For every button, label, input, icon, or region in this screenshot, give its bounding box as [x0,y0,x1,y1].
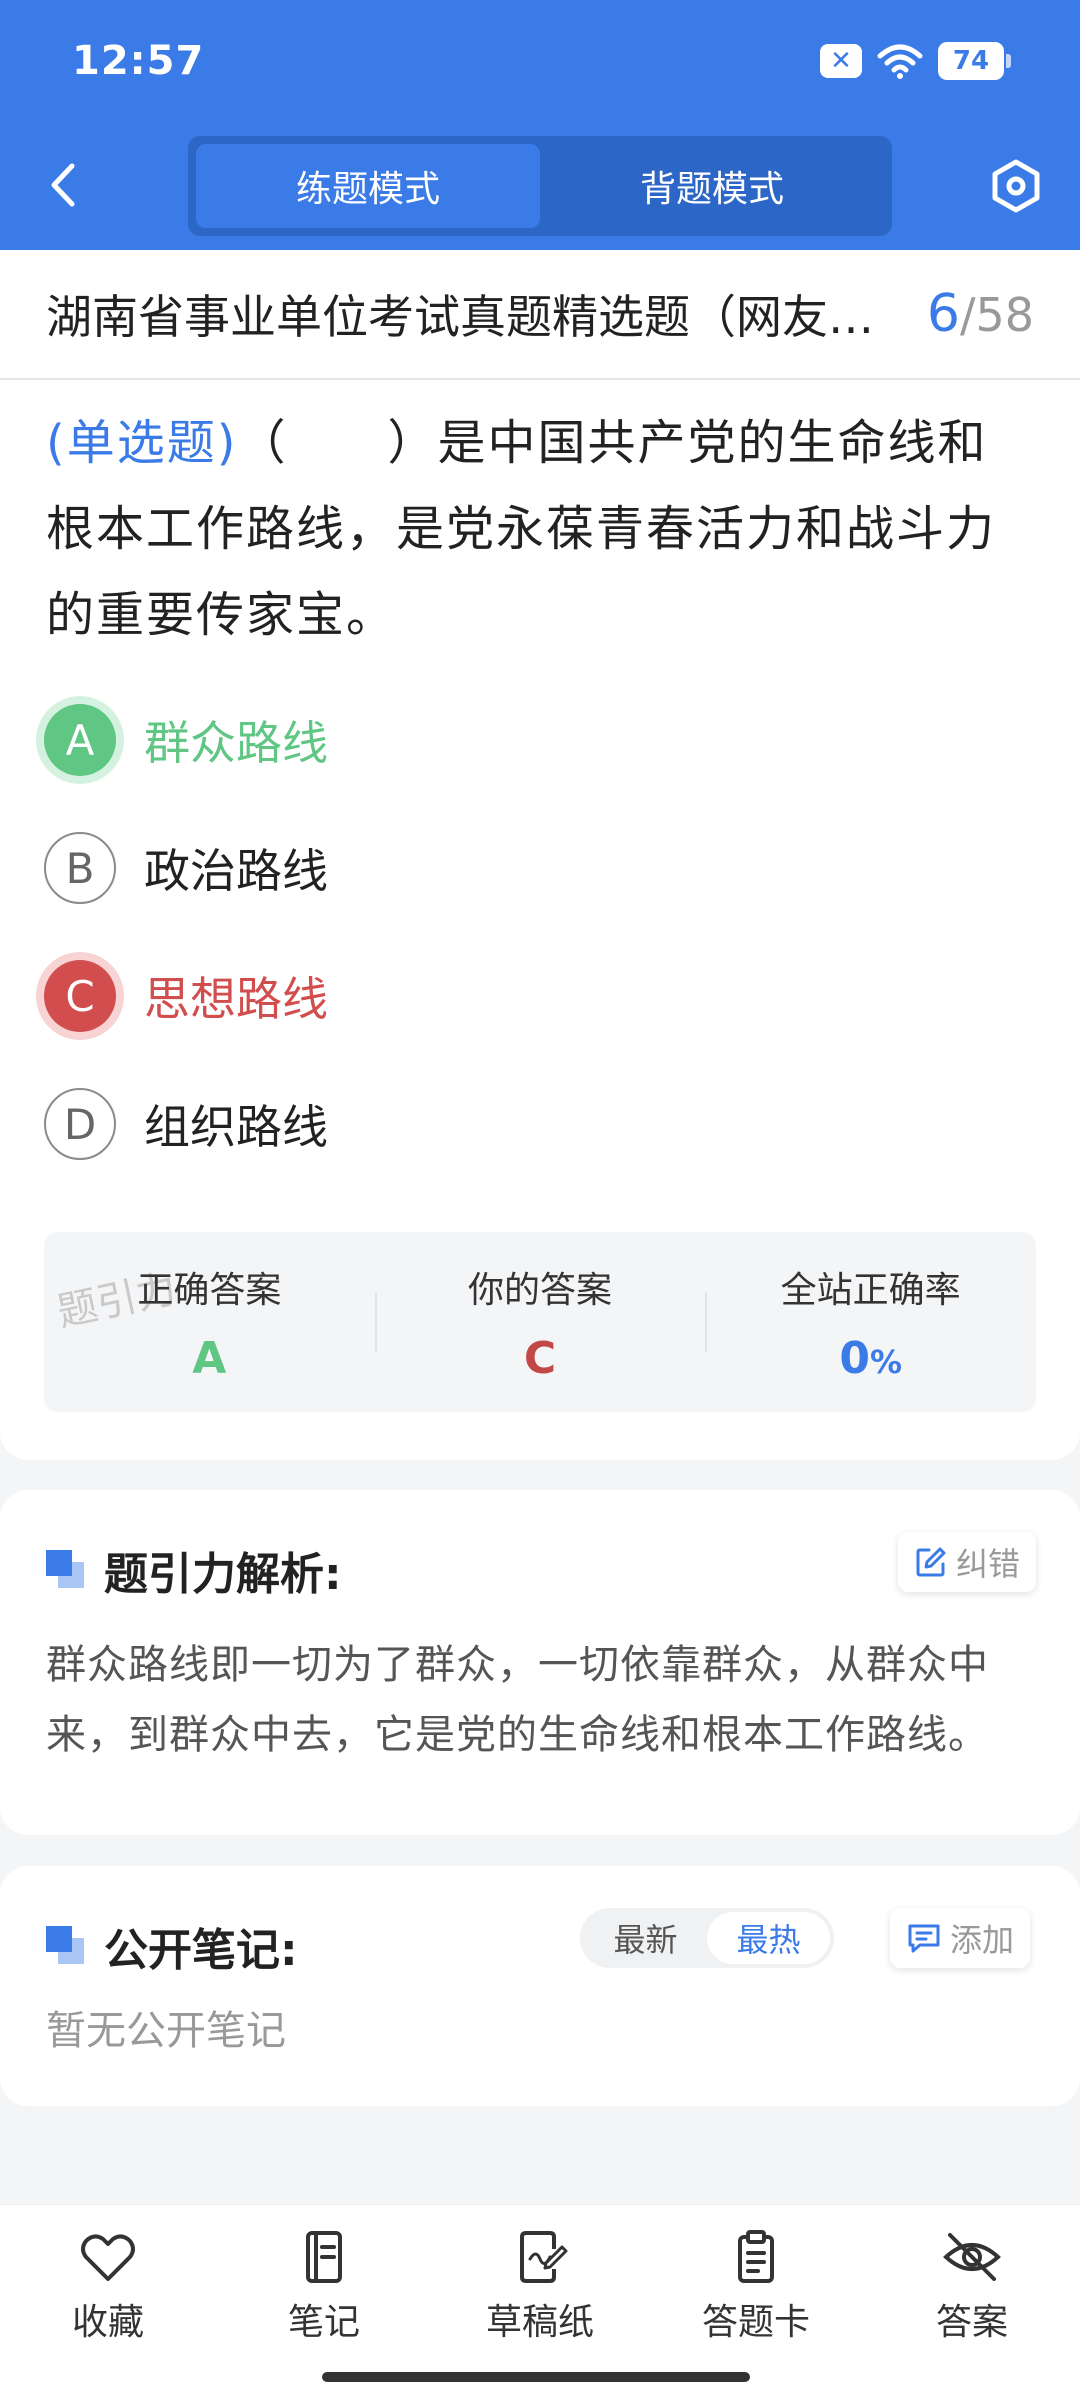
correct-answer-value: A [192,1332,227,1384]
notes-card: 公开笔记: 最新 最热 添加 暂无公开笔记 [0,1866,1080,2106]
question-text: (单选题)（ ）是中国共产党的生命线和根本工作路线，是党永葆青春活力和战斗力的重… [46,400,1036,658]
notes-title: 公开笔记: [104,1925,298,1976]
your-answer-value: C [523,1332,557,1384]
status-icons: ✕ 74 [820,42,1011,80]
accuracy-rate-value: 0% [839,1333,902,1384]
bottom-toolbar: 收藏 笔记 草稿纸 答题卡 答案 [0,2204,1080,2400]
correct-answer-col: 正确答案 A [44,1232,375,1412]
notification-badge-icon: ✕ [820,44,862,78]
draft-icon [520,2231,568,2283]
report-error-button[interactable]: 纠错 [898,1532,1037,1592]
question-card: 湖南省事业单位考试真题精选题（网友回忆版） 6/58 (单选题)（ ）是中国共产… [0,250,1080,1460]
total-questions: /58 [959,288,1034,342]
notes-label: 笔记 [287,2302,360,2343]
top-bar: 12:57 ✕ 74 练题模式 背题模式 [0,0,1080,250]
favorite-button[interactable]: 收藏 [0,2205,216,2400]
your-answer-col: 你的答案 C [374,1232,706,1412]
accuracy-rate-number: 0 [839,1332,870,1384]
edit-icon [916,1547,946,1577]
explanation-card: 题引力解析: 纠错 群众路线即一切为了群众，一切依靠群众，从群众中来，到群众中去… [0,1490,1080,1835]
option-d-key: D [44,1088,116,1160]
empty-notes-text: 暂无公开笔记 [46,2008,286,2054]
question-title-row: 湖南省事业单位考试真题精选题（网友回忆版） 6/58 [0,250,1080,380]
your-answer-label: 你的答案 [468,1269,613,1311]
accuracy-rate-label: 全站正确率 [780,1269,961,1311]
option-a[interactable]: A 群众路线 [44,700,844,780]
comment-icon [908,1924,940,1953]
explanation-heading: 题引力解析: [46,1538,342,1602]
notes-button[interactable]: 笔记 [216,2205,432,2400]
option-a-label: 群众路线 [144,716,328,770]
section-square-icon [46,1550,86,1590]
sort-newest[interactable]: 最新 [584,1912,707,1964]
tab-memorize-mode[interactable]: 背题模式 [540,144,884,228]
toggle-answer-label: 答案 [935,2302,1008,2343]
battery-icon: 74 [938,42,1011,80]
notebook-icon [306,2231,342,2283]
draft-paper-label: 草稿纸 [485,2302,594,2343]
notes-heading: 公开笔记: [46,1914,298,1978]
home-indicator[interactable] [322,2372,750,2382]
option-d[interactable]: D 组织路线 [44,1084,844,1164]
sort-hottest[interactable]: 最热 [707,1912,830,1964]
heart-icon [81,2234,135,2281]
answer-result-box: 题引力 正确答案 A 你的答案 C 全站正确率 0% [44,1232,1036,1412]
add-note-label: 添加 [950,1921,1015,1959]
eye-off-icon [943,2233,1001,2281]
option-d-label: 组织路线 [144,1100,328,1154]
exam-title: 湖南省事业单位考试真题精选题（网友回忆版） [46,290,911,344]
draft-paper-button[interactable]: 草稿纸 [432,2205,648,2400]
question-type: (单选题) [46,415,238,471]
favorite-label: 收藏 [71,2302,144,2343]
correct-answer-label: 正确答案 [137,1269,282,1311]
accuracy-rate-unit: % [869,1342,903,1381]
explanation-title: 题引力解析: [104,1549,342,1600]
option-a-key: A [44,704,116,776]
explanation-text: 群众路线即一切为了群众，一切依靠群众，从群众中来，到群众中去，它是党的生命线和根… [46,1642,989,1758]
option-c-key: C [44,960,116,1032]
report-error-label: 纠错 [956,1545,1021,1583]
option-b[interactable]: B 政治路线 [44,828,844,908]
option-c-label: 思想路线 [144,972,328,1026]
notes-sort-toggle: 最新 最热 [580,1908,834,1968]
wifi-icon [877,44,923,79]
accuracy-rate-col: 全站正确率 0% [705,1232,1036,1412]
add-note-button[interactable]: 添加 [890,1908,1031,1968]
back-button[interactable] [44,160,84,210]
toggle-answer-button[interactable]: 答案 [864,2205,1080,2400]
answer-card-button[interactable]: 答题卡 [648,2205,864,2400]
answer-card-label: 答题卡 [701,2302,810,2343]
option-c[interactable]: C 思想路线 [44,956,844,1036]
answer-card-icon [738,2230,774,2283]
question-counter: 6/58 [927,284,1034,344]
current-question-number: 6 [926,284,960,344]
tab-practice-mode[interactable]: 练题模式 [196,144,540,228]
option-b-key: B [44,832,116,904]
option-b-label: 政治路线 [144,844,328,898]
mode-toggle: 练题模式 背题模式 [188,136,892,236]
section-square-icon [46,1926,86,1966]
settings-gear-icon[interactable] [988,158,1044,214]
status-time: 12:57 [72,38,205,84]
